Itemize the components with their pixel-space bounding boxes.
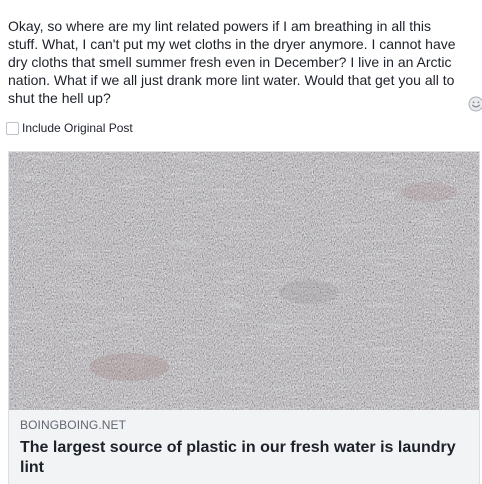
link-preview-caption[interactable]: BOINGBOING.NET The largest source of pla… — [9, 410, 479, 484]
link-preview-card[interactable]: BOINGBOING.NET The largest source of pla… — [8, 151, 480, 484]
link-domain: BOINGBOING.NET — [20, 418, 127, 432]
smiley-icon — [468, 96, 482, 111]
include-original-label: Include Original Post — [22, 121, 133, 135]
link-title[interactable]: The largest source of plastic in our fre… — [20, 438, 470, 478]
include-original-checkbox[interactable] — [6, 121, 19, 135]
emoji-button[interactable] — [467, 95, 482, 112]
link-preview-image[interactable] — [9, 152, 480, 410]
include-original-post-row[interactable]: Include Original Post — [6, 120, 133, 136]
comment-composer: Okay, so where are my lint related power… — [0, 0, 482, 484]
post-text-input[interactable]: Okay, so where are my lint related power… — [8, 17, 460, 107]
